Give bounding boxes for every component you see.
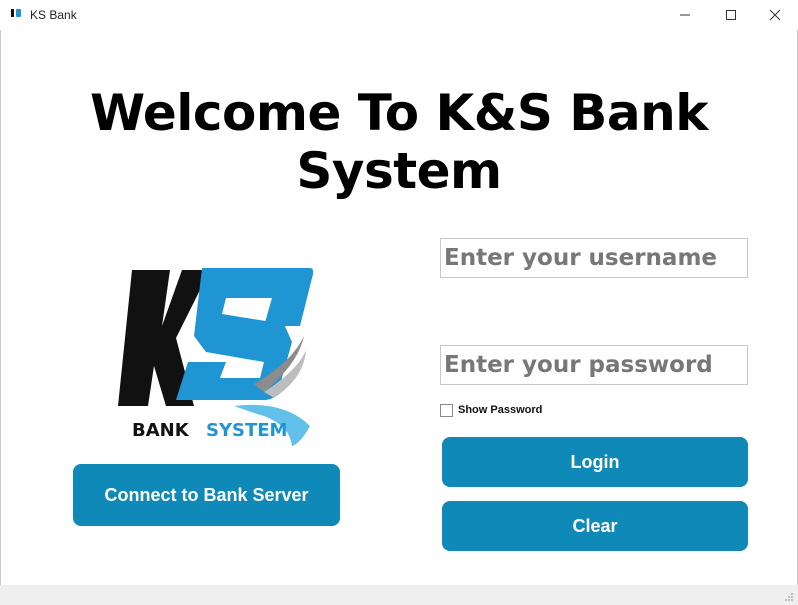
- minimize-icon: [680, 14, 690, 16]
- username-field-container: [440, 238, 748, 278]
- window-title: KS Bank: [30, 8, 77, 22]
- close-button[interactable]: [752, 0, 798, 30]
- close-icon: [769, 9, 781, 21]
- login-button[interactable]: Login: [442, 437, 748, 487]
- logo-bank-text: BANK: [132, 420, 190, 441]
- ks-bank-app-icon: [11, 9, 21, 17]
- welcome-heading: Welcome To K&S Bank System: [89, 84, 709, 200]
- minimize-button[interactable]: [662, 0, 708, 30]
- ks-bank-system-logo: BANK SYSTEM: [118, 268, 314, 446]
- connect-to-bank-server-button[interactable]: Connect to Bank Server: [73, 464, 340, 526]
- status-bar: [0, 585, 798, 605]
- password-field-container: [440, 345, 748, 385]
- logo-system-text: SYSTEM: [206, 420, 287, 441]
- maximize-button[interactable]: [708, 0, 754, 30]
- show-password-label: Show Password: [458, 404, 543, 416]
- maximize-icon: [726, 10, 736, 20]
- clear-button[interactable]: Clear: [442, 501, 748, 551]
- resize-grip-icon[interactable]: [784, 592, 794, 602]
- show-password-checkbox[interactable]: [440, 404, 453, 417]
- username-input[interactable]: [441, 239, 747, 277]
- password-input[interactable]: [441, 346, 747, 384]
- title-bar: KS Bank: [0, 0, 798, 30]
